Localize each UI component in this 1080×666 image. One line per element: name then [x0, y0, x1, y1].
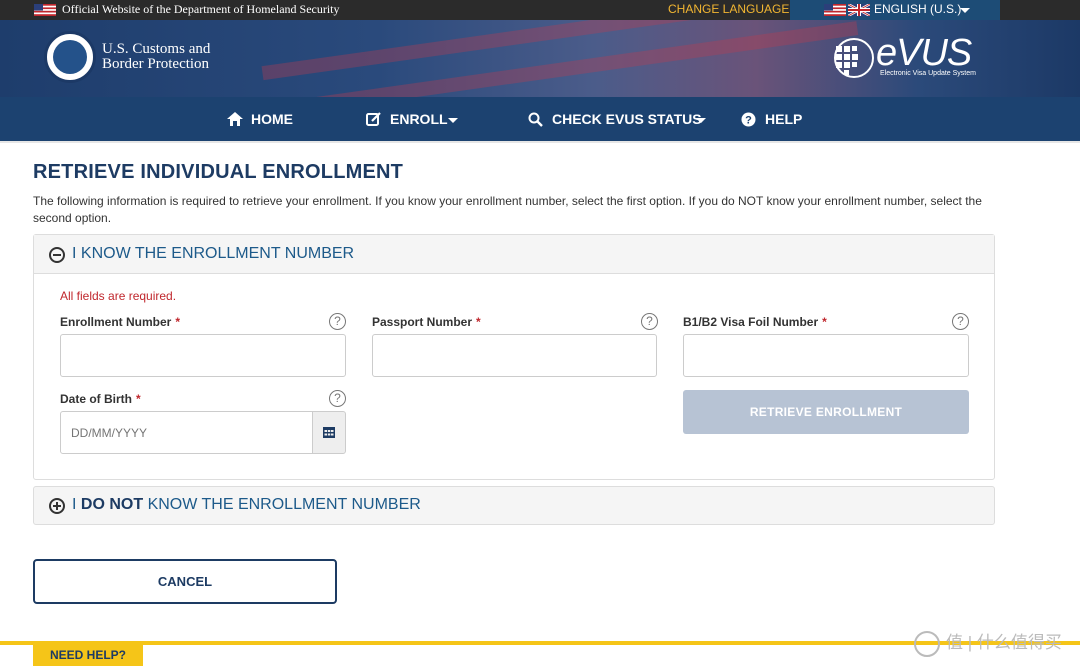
- help-question-icon[interactable]: ?: [641, 313, 658, 330]
- expand-plus-icon[interactable]: [49, 498, 65, 514]
- uk-flag-icon: [848, 4, 870, 16]
- enrollment-number-input[interactable]: [60, 334, 346, 377]
- language-selector[interactable]: ENGLISH (U.S.): [790, 0, 1000, 20]
- svg-text:?: ?: [745, 115, 752, 127]
- calendar-button[interactable]: [312, 411, 346, 454]
- watermark-logo-icon: [914, 630, 940, 657]
- visa-foil-number-label: B1/B2 Visa Foil Number *: [683, 315, 827, 329]
- official-website-text: Official Website of the Department of Ho…: [62, 2, 340, 16]
- edit-icon: [366, 112, 381, 126]
- language-label: ENGLISH (U.S.): [874, 2, 962, 16]
- change-language-link[interactable]: CHANGE LANGUAGE▶: [668, 2, 798, 16]
- enrollment-number-label: Enrollment Number *: [60, 315, 181, 329]
- panel-known-title: I KNOW THE ENROLLMENT NUMBER: [72, 245, 355, 262]
- need-help-tab[interactable]: NEED HELP?: [33, 645, 143, 666]
- watermark: 值 | 什么值得买: [914, 628, 1062, 657]
- retrieve-enrollment-button[interactable]: RETRIEVE ENROLLMENT: [683, 390, 969, 434]
- nav-label-help: HELP: [765, 111, 803, 127]
- required-fields-note: All fields are required.: [60, 289, 177, 303]
- date-of-birth-input[interactable]: [60, 411, 313, 454]
- nav-label-check-status: CHECK EVUS STATUS: [552, 111, 702, 127]
- calendar-icon: [323, 427, 335, 438]
- change-language-label: CHANGE LANGUAGE: [668, 2, 790, 16]
- passport-number-input[interactable]: [372, 334, 657, 377]
- help-question-icon[interactable]: ?: [952, 313, 969, 330]
- date-of-birth-label: Date of Birth *: [60, 392, 141, 406]
- dhs-seal-logo[interactable]: [44, 31, 96, 83]
- caret-down-icon: [448, 118, 458, 123]
- home-icon: [227, 112, 243, 126]
- gov-top-bar: Official Website of the Department of Ho…: [0, 0, 1080, 20]
- question-icon: ?: [741, 112, 756, 127]
- us-flag-icon: [824, 4, 846, 16]
- nav-label-enroll: ENROLL: [390, 111, 448, 127]
- cancel-button[interactable]: CANCEL: [33, 559, 337, 604]
- caret-down-icon: [696, 118, 706, 123]
- visa-foil-number-input[interactable]: [683, 334, 969, 377]
- page-title: RETRIEVE INDIVIDUAL ENROLLMENT: [33, 161, 404, 183]
- intro-text: The following information is required to…: [33, 194, 982, 225]
- panel-unknown-enrollment[interactable]: I DO NOT KNOW THE ENROLLMENT NUMBER: [33, 486, 995, 525]
- nav-bottom-border: [0, 141, 1080, 143]
- seal-center: [53, 40, 87, 74]
- help-question-icon[interactable]: ?: [329, 313, 346, 330]
- main-nav: HOME ENROLL CHECK EVUS STATUS ? HELP: [0, 97, 1080, 143]
- header-banner: U.S. Customs and Border Protection eVUS …: [0, 20, 1080, 97]
- panel-known-header[interactable]: I KNOW THE ENROLLMENT NUMBER: [34, 235, 994, 274]
- nav-label-home: HOME: [251, 111, 293, 127]
- panel-unknown-title: I DO NOT KNOW THE ENROLLMENT NUMBER: [72, 496, 421, 513]
- caret-down-icon: [960, 8, 970, 13]
- agency-name-line2: Border Protection: [102, 56, 210, 72]
- search-icon: [528, 112, 543, 127]
- evus-globe-icon: [834, 38, 874, 78]
- evus-logo-text[interactable]: eVUS: [876, 32, 972, 75]
- watermark-text: 值 | 什么值得买: [946, 633, 1062, 652]
- evus-tagline: Electronic Visa Update System: [880, 70, 976, 77]
- help-question-icon[interactable]: ?: [329, 390, 346, 407]
- us-flag-icon: [34, 4, 56, 16]
- passport-number-label: Passport Number *: [372, 315, 481, 329]
- collapse-minus-icon[interactable]: [49, 247, 65, 263]
